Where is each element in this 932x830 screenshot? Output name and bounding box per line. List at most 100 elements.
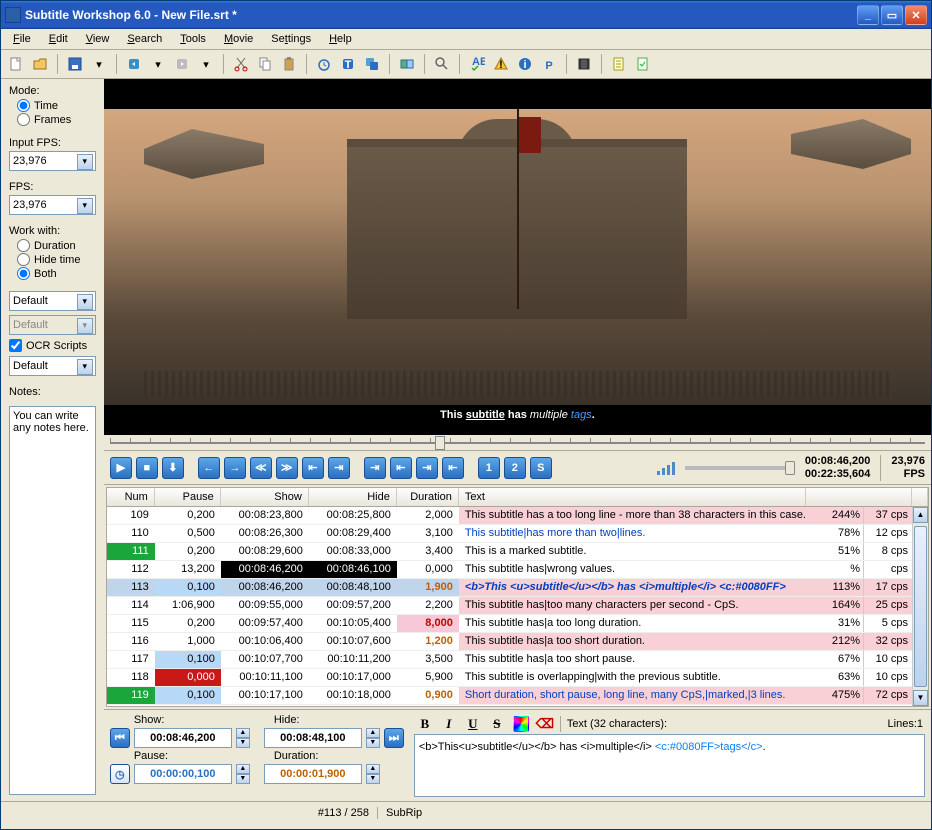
misc2-icon[interactable]	[632, 53, 654, 75]
editor-textarea[interactable]: <b>This<u>subtitle</u></b> has <i>multip…	[414, 734, 925, 797]
clear-format-button[interactable]: ⌫	[536, 715, 554, 733]
mark-shift-right-icon[interactable]: ⇥	[416, 457, 438, 479]
col-num[interactable]: Num	[107, 488, 155, 506]
table-row[interactable]: 1100,50000:08:26,30000:08:29,4003,100Thi…	[107, 525, 912, 543]
step-fwd-icon[interactable]: ⇥	[328, 457, 350, 479]
scroll-thumb[interactable]	[914, 526, 927, 687]
col-pause[interactable]: Pause	[155, 488, 221, 506]
sync-down-icon[interactable]: ⬇	[162, 457, 184, 479]
tc-duration-input[interactable]: 00:00:01,900	[264, 764, 362, 784]
undo-dropdown-icon[interactable]: ▾	[147, 53, 169, 75]
tc-hide-input[interactable]: 00:08:48,100	[264, 728, 362, 748]
play-icon[interactable]: ▶	[110, 457, 132, 479]
maximize-button[interactable]: ▭	[881, 5, 903, 25]
tc-duration-spinner[interactable]: ▲▼	[366, 764, 380, 784]
paste-icon[interactable]	[278, 53, 300, 75]
col-meta[interactable]	[806, 488, 912, 506]
redo-icon[interactable]	[171, 53, 193, 75]
cut-icon[interactable]	[230, 53, 252, 75]
warning-icon[interactable]: !	[490, 53, 512, 75]
table-row[interactable]: 1090,20000:08:23,80000:08:25,8002,000Thi…	[107, 507, 912, 525]
menu-search[interactable]: Search	[119, 31, 170, 47]
titlebar[interactable]: Subtitle Workshop 6.0 - New File.srt * _…	[1, 1, 931, 29]
step-back-icon[interactable]: ⇤	[302, 457, 324, 479]
open-file-icon[interactable]	[29, 53, 51, 75]
table-row[interactable]: 1130,10000:08:46,20000:08:48,1001,900<b>…	[107, 579, 912, 597]
color-button[interactable]	[512, 715, 530, 733]
notes-textarea[interactable]: You can write any notes here.	[9, 406, 96, 795]
volume-slider[interactable]	[685, 466, 795, 470]
tc-pause-spinner[interactable]: ▲▼	[236, 764, 250, 784]
set-show-button[interactable]: ⏮	[110, 728, 130, 748]
scroll-down-icon[interactable]: ▼	[913, 690, 928, 706]
clock-icon[interactable]: ◷	[110, 764, 130, 784]
sync-icon[interactable]: S	[530, 457, 552, 479]
table-row[interactable]: 11213,20000:08:46,20000:08:46,1000,000Th…	[107, 561, 912, 579]
rewind-icon[interactable]: ≪	[250, 457, 272, 479]
ocr-checkbox[interactable]: OCR Scripts	[9, 339, 96, 352]
work-hide-radio[interactable]: Hide time	[17, 253, 96, 266]
menu-tools[interactable]: Tools	[172, 31, 214, 47]
redo-dropdown-icon[interactable]: ▾	[195, 53, 217, 75]
mark-out-icon[interactable]: ⇤	[442, 457, 464, 479]
misc1-icon[interactable]	[608, 53, 630, 75]
ocr-combo[interactable]: Default	[9, 356, 96, 376]
fps-combo[interactable]: 23,976	[9, 195, 96, 215]
table-row[interactable]: 1190,10000:10:17,10000:10:18,0000,900Sho…	[107, 687, 912, 705]
grid-header[interactable]: Num Pause Show Hide Duration Text	[107, 488, 928, 507]
movie-icon[interactable]	[573, 53, 595, 75]
new-file-icon[interactable]	[5, 53, 27, 75]
prev-icon[interactable]: ←	[198, 457, 220, 479]
volume-bars-icon[interactable]	[657, 461, 675, 475]
grid-scrollbar[interactable]: ▲ ▼	[912, 507, 928, 706]
menu-view[interactable]: View	[78, 31, 118, 47]
table-row[interactable]: 1180,00000:10:11,10000:10:17,0005,900Thi…	[107, 669, 912, 687]
point1-icon[interactable]: 1	[478, 457, 500, 479]
pascal-icon[interactable]: P	[538, 53, 560, 75]
text-icon[interactable]: T	[337, 53, 359, 75]
search-icon[interactable]	[431, 53, 453, 75]
minimize-button[interactable]: _	[857, 5, 879, 25]
bold-button[interactable]: B	[416, 715, 434, 733]
input-fps-combo[interactable]: 23,976	[9, 151, 96, 171]
spellcheck-icon[interactable]: ABC	[466, 53, 488, 75]
work-both-radio[interactable]: Both	[17, 267, 96, 280]
table-row[interactable]: 1170,10000:10:07,70000:10:11,2003,500Thi…	[107, 651, 912, 669]
table-row[interactable]: 1110,20000:08:29,60000:08:33,0003,400Thi…	[107, 543, 912, 561]
next-icon[interactable]: →	[224, 457, 246, 479]
mode-frames-radio[interactable]: Frames	[17, 113, 96, 126]
table-row[interactable]: 1141:06,90000:09:55,00000:09:57,2002,200…	[107, 597, 912, 615]
italic-button[interactable]: I	[440, 715, 458, 733]
set-hide-button[interactable]: ⏭	[384, 728, 404, 748]
underline-button[interactable]: U	[464, 715, 482, 733]
video-preview[interactable]: This subtitle has multiple tags.	[104, 79, 931, 435]
col-show[interactable]: Show	[221, 488, 309, 506]
stop-icon[interactable]: ■	[136, 457, 158, 479]
fastfwd-icon[interactable]: ≫	[276, 457, 298, 479]
undo-icon[interactable]	[123, 53, 145, 75]
save-dropdown-icon[interactable]: ▾	[88, 53, 110, 75]
menu-file[interactable]: File	[5, 31, 39, 47]
subtitle-grid[interactable]: Num Pause Show Hide Duration Text 1090,2…	[106, 487, 929, 707]
tc-pause-input[interactable]: 00:00:00,100	[134, 764, 232, 784]
seek-bar[interactable]	[104, 435, 931, 451]
point2-icon[interactable]: 2	[504, 457, 526, 479]
copy-icon[interactable]	[254, 53, 276, 75]
table-row[interactable]: 1150,20000:09:57,40000:10:05,4008,000Thi…	[107, 615, 912, 633]
col-hide[interactable]: Hide	[309, 488, 397, 506]
tc-show-input[interactable]: 00:08:46,200	[134, 728, 232, 748]
mode-time-radio[interactable]: Time	[17, 99, 96, 112]
info-icon[interactable]: i	[514, 53, 536, 75]
close-button[interactable]: ✕	[905, 5, 927, 25]
col-text[interactable]: Text	[459, 488, 806, 506]
tc-show-spinner[interactable]: ▲▼	[236, 728, 250, 748]
menu-settings[interactable]: Settings	[263, 31, 319, 47]
mark-in-icon[interactable]: ⇥	[364, 457, 386, 479]
menu-movie[interactable]: Movie	[216, 31, 261, 47]
translate-icon[interactable]	[396, 53, 418, 75]
charset1-combo[interactable]: Default	[9, 291, 96, 311]
save-icon[interactable]	[64, 53, 86, 75]
strike-button[interactable]: S	[488, 715, 506, 733]
table-row[interactable]: 1161,00000:10:06,40000:10:07,6001,200Thi…	[107, 633, 912, 651]
mark-shift-left-icon[interactable]: ⇤	[390, 457, 412, 479]
